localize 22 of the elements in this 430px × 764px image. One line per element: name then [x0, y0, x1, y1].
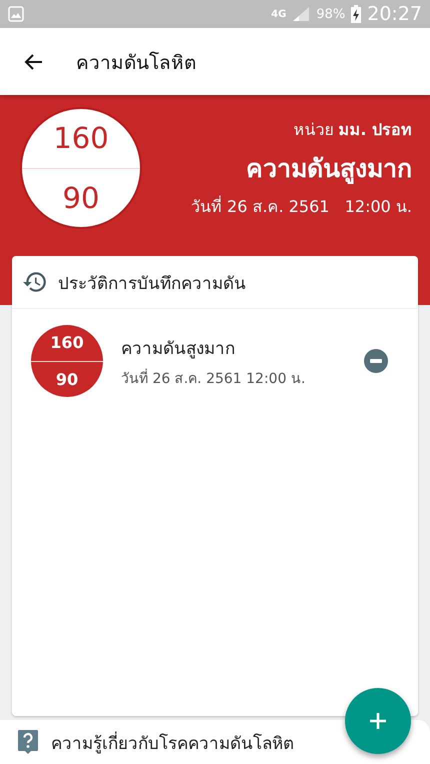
status-label: ความดันสูงมาก [246, 153, 412, 186]
help-label: ความรู้เกี่ยวกับโรคความดันโลหิต [51, 730, 294, 756]
systolic-value: 160 [52, 120, 110, 158]
help-icon [17, 729, 39, 755]
systolic-value: 160 [49, 332, 85, 354]
image-icon [8, 6, 24, 22]
battery-charging-icon [351, 5, 362, 23]
screen-title: ความดันโลหิต [76, 50, 196, 76]
network-label: 4G [271, 8, 286, 20]
diastolic-value: 90 [54, 368, 80, 391]
help-link[interactable]: ความรู้เกี่ยวกับโรคความดันโลหิต [0, 720, 430, 764]
unit-label: หน่วย มม. ปรอท [293, 119, 412, 141]
clock: 20:27 [367, 3, 422, 25]
history-title: ประวัติการบันทึกความดัน [58, 272, 246, 296]
date-label: วันที่ 26 ส.ค. 2561 12:00 น. [190, 194, 412, 218]
battery-label: 98% [316, 6, 346, 22]
record-date: วันที่ 26 ส.ค. 2561 12:00 น. [121, 368, 306, 388]
signal-icon [292, 6, 310, 22]
plus-icon [368, 711, 388, 731]
remove-icon[interactable] [364, 349, 388, 373]
diastolic-value: 90 [62, 180, 100, 217]
record-status: ความดันสูงมาก [121, 338, 236, 360]
